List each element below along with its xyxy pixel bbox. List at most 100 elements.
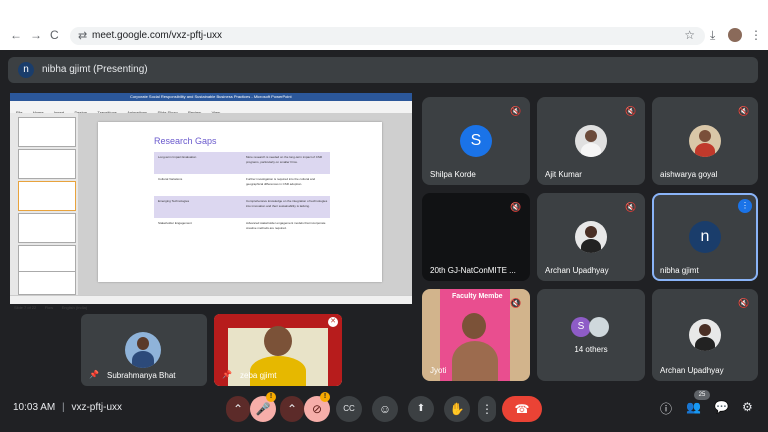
gap-detail: Further investigation is required into t… [246, 177, 316, 186]
forward-icon[interactable]: → [30, 28, 42, 42]
shared-screen[interactable]: Corporate Social Responsibility and Sust… [10, 93, 412, 310]
participant-face [264, 326, 292, 356]
presenter-avatar: n [18, 62, 34, 78]
people-icon[interactable]: 👥 [686, 400, 701, 414]
status-item: Flow [44, 305, 54, 310]
participant-name: Shilpa Korde [430, 170, 476, 179]
participant-avatar: S [460, 125, 492, 157]
audio-options-chevron-icon[interactable]: ⌃ [226, 396, 250, 422]
gap-row: Stakeholder Engagement Advanced stakehol… [154, 218, 330, 240]
gap-detail: Comprehensive knowledge on the integrati… [246, 199, 328, 208]
participant-tile[interactable]: 🔇 Ajit Kumar [537, 97, 645, 185]
participant-tile[interactable]: 📌 Subrahmanya Bhat [81, 314, 207, 386]
meeting-info: 10:03 AM | vxz-pftj-uxx [13, 402, 122, 413]
slide-thumbnail [18, 271, 76, 295]
browser-menu-icon[interactable]: ⋮ [750, 28, 762, 42]
participant-body [452, 341, 498, 381]
participant-tile-active[interactable]: ⋮ n nibha gjimt [652, 193, 758, 281]
slide-canvas: Research Gaps Long-term Impact Evaluatio… [78, 113, 412, 295]
back-icon[interactable]: ← [10, 28, 22, 42]
gap-row: Long-term Impact Evaluation More researc… [154, 152, 330, 174]
participant-name: Jyoti [430, 366, 447, 375]
mic-off-icon: 🔇 [738, 106, 750, 116]
mic-off-icon: 🔇 [510, 106, 522, 116]
warning-badge-icon: ! [320, 392, 330, 402]
presenting-bar: n nibha gjimt (Presenting) [8, 57, 758, 83]
slide-thumbnail [18, 213, 76, 243]
activities-icon[interactable]: ⚙ [742, 400, 753, 414]
gap-topic: Stakeholder Engagement [158, 221, 192, 225]
url-text: meet.google.com/vxz-pftj-uxx [92, 30, 223, 41]
participant-name: 20th GJ-NatConMITE ... [430, 266, 516, 275]
gap-topic: Emerging Technologies [158, 199, 190, 203]
slide: Research Gaps Long-term Impact Evaluatio… [98, 122, 382, 282]
gap-topic: Cultural Variations [158, 177, 183, 181]
pin-icon[interactable]: 📌 [222, 370, 232, 379]
mic-off-icon: 🔇 [625, 202, 637, 212]
profile-avatar[interactable] [728, 28, 742, 42]
meeting-code: vxz-pftj-uxx [71, 402, 122, 413]
slide-thumbnail [18, 117, 76, 147]
participant-name: Archan Upadhyay [660, 366, 724, 375]
ppt-title-text: Corporate Social Responsibility and Sust… [130, 94, 292, 99]
participant-tile[interactable]: ✕ 📌 zeba gjimt [214, 314, 342, 386]
slide-thumbnail-selected [18, 181, 76, 211]
video-overlay-text: Faculty Membe [452, 293, 503, 300]
participant-name: Ajit Kumar [545, 170, 582, 179]
chat-icon[interactable]: 💬 [714, 400, 729, 414]
more-options-button[interactable]: ⋮ [478, 396, 496, 422]
participant-tile[interactable]: 🔇 20th GJ-NatConMITE ... [422, 193, 530, 281]
present-screen-button[interactable]: ⬆ [408, 396, 434, 422]
gap-topic: Long-term Impact Evaluation [158, 155, 197, 159]
participant-name: Subrahmanya Bhat [107, 371, 176, 380]
participant-tile[interactable]: 🔇 aishwarya goyal [652, 97, 758, 185]
participant-tile[interactable]: 🔇 S Shilpa Korde [422, 97, 530, 185]
participant-name: nibha gjimt [660, 266, 699, 275]
mic-off-icon: 🔇 [625, 106, 637, 116]
mic-off-icon: 🔇 [738, 298, 750, 308]
slide-thumbnail [18, 149, 76, 179]
slide-thumbnails [10, 113, 78, 295]
participant-photo [575, 221, 607, 253]
emoji-reaction-button[interactable]: ☺ [372, 396, 398, 422]
gap-row: Cultural Variations Further investigatio… [154, 174, 330, 196]
separator: | [62, 402, 65, 413]
raise-hand-button[interactable]: ✋ [444, 396, 470, 422]
pin-icon[interactable]: 📌 [89, 370, 99, 379]
participant-avatar: n [689, 221, 721, 253]
mic-off-icon: 🔇 [510, 202, 522, 212]
slide-heading: Research Gaps [154, 136, 217, 146]
participant-name: Archan Upadhyay [545, 266, 609, 275]
gap-detail: Advanced stakeholder engagement models t… [246, 221, 326, 230]
participant-face [462, 313, 486, 339]
video-options-chevron-icon[interactable]: ⌃ [280, 396, 304, 422]
participant-name: zeba gjimt [240, 371, 277, 380]
participant-tile[interactable]: 🔇 Archan Upadhyay [652, 289, 758, 381]
status-item: Slide 7 of 22 [14, 305, 37, 310]
participant-tile[interactable]: Faculty Membe 🔇 Jyoti [422, 289, 530, 381]
reload-icon[interactable]: C [50, 28, 59, 42]
mic-off-icon: ✕ [328, 317, 338, 327]
download-icon[interactable]: ⤓ [710, 28, 715, 43]
speaking-indicator-icon: ⋮ [738, 199, 752, 213]
participant-tile[interactable]: 🔇 Archan Upadhyay [537, 193, 645, 281]
others-count: 14 others [574, 345, 608, 354]
meeting-details-icon[interactable]: ⓘ [660, 400, 672, 417]
participant-photo [689, 319, 721, 351]
participant-count-badge: 25 [694, 390, 710, 400]
leave-call-button[interactable]: ☎ [502, 396, 542, 422]
address-bar[interactable]: ⇄ meet.google.com/vxz-pftj-uxx ☆ [70, 27, 705, 45]
participant-photo [575, 125, 607, 157]
others-tile[interactable]: S 14 others [537, 289, 645, 381]
gap-row: Emerging Technologies Comprehensive know… [154, 196, 330, 218]
participant-photo [125, 332, 161, 368]
presenting-label: nibha gjimt (Presenting) [42, 64, 148, 75]
status-item: English (India) [61, 305, 88, 310]
gap-detail: More research is needed on the long-term… [246, 155, 323, 164]
others-avatar: S [571, 317, 591, 337]
mic-off-icon: 🔇 [510, 298, 522, 308]
bookmark-star-icon[interactable]: ☆ [684, 28, 695, 42]
participant-name: aishwarya goyal [660, 170, 718, 179]
site-info-icon[interactable]: ⇄ [78, 29, 87, 42]
captions-button[interactable]: CC [336, 396, 362, 422]
